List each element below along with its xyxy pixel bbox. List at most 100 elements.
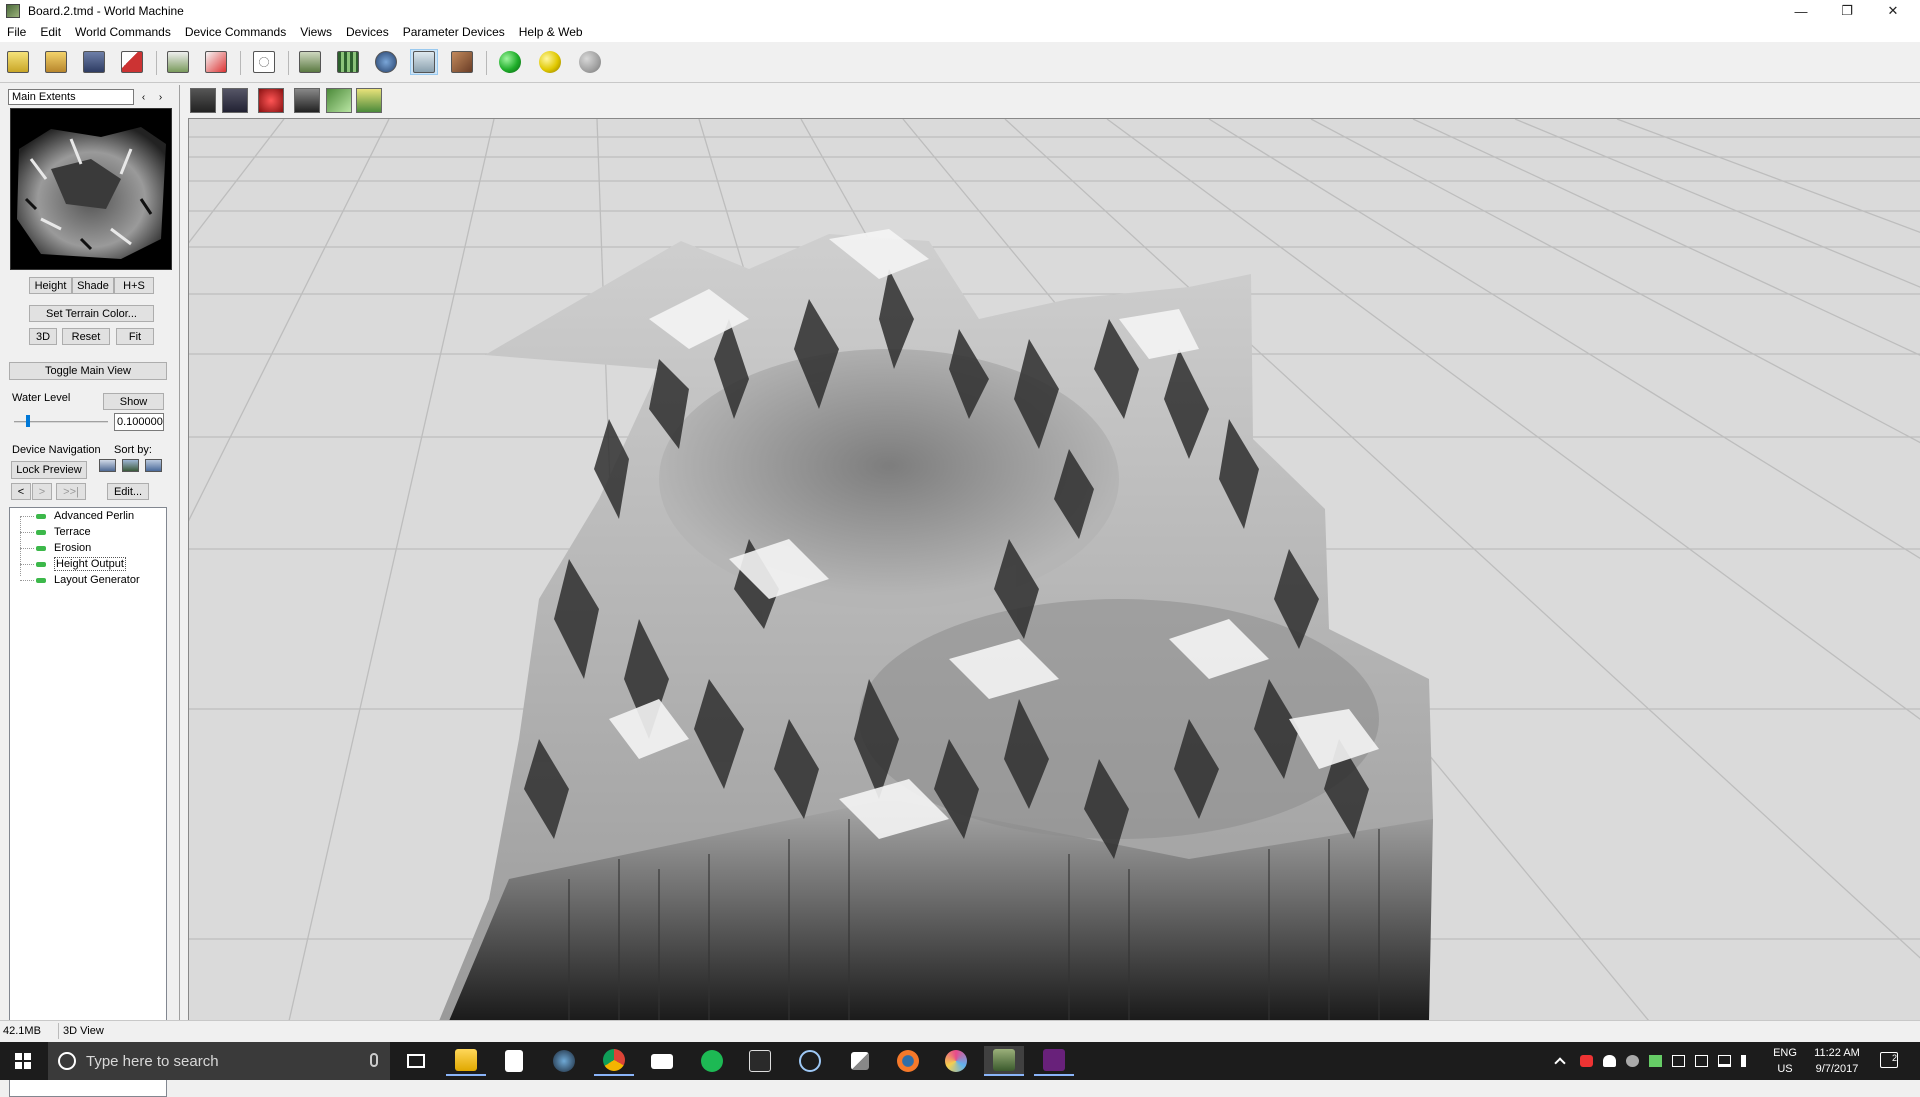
steam-icon[interactable] — [544, 1046, 584, 1076]
close-button[interactable]: ✕ — [1870, 0, 1916, 22]
open-icon[interactable] — [42, 49, 70, 75]
network-icon[interactable] — [1718, 1055, 1731, 1067]
onedrive-icon[interactable] — [1603, 1055, 1616, 1067]
chrome-icon[interactable] — [594, 1046, 634, 1076]
tree-item-terrace[interactable]: Terrace — [10, 524, 91, 540]
tree-item-advanced-perlin[interactable]: Advanced Perlin — [10, 508, 134, 524]
height-view-button[interactable]: Height — [29, 277, 72, 294]
sort-layout-icon[interactable] — [145, 459, 162, 472]
fit-button[interactable]: Fit — [116, 328, 154, 345]
gray-ball — [579, 51, 601, 73]
menu-help-web[interactable]: Help & Web — [512, 25, 590, 39]
menu-device-commands[interactable]: Device Commands — [178, 25, 293, 39]
volume-icon[interactable] — [1741, 1055, 1754, 1067]
camera-icon[interactable] — [294, 88, 320, 113]
task-view-icon[interactable] — [396, 1046, 436, 1076]
green-build-icon[interactable] — [496, 49, 524, 75]
world-view-icon[interactable] — [372, 49, 400, 75]
terrain-preview[interactable] — [10, 108, 172, 270]
export-icon[interactable] — [164, 49, 192, 75]
3d-button[interactable]: 3D — [29, 328, 57, 345]
sort-type-icon[interactable] — [122, 459, 139, 472]
water-show-button[interactable]: Show — [103, 393, 164, 410]
menu-edit[interactable]: Edit — [33, 25, 68, 39]
toggle-main-view-button[interactable]: Toggle Main View — [9, 362, 167, 380]
3d-viewport[interactable] — [188, 118, 1920, 1020]
maximize-button[interactable]: ❐ — [1824, 0, 1870, 22]
tree-item-layout-generator[interactable]: Layout Generator — [10, 572, 140, 588]
pivot-icon[interactable] — [222, 88, 248, 113]
show-hidden-icons-icon[interactable] — [1554, 1057, 1566, 1069]
world-machine-icon[interactable] — [984, 1046, 1024, 1076]
yellow-ball — [539, 51, 561, 73]
device-icon[interactable] — [1672, 1055, 1685, 1067]
visual-studio-icon[interactable] — [1034, 1046, 1074, 1076]
extents-selector[interactable]: Main Extents — [8, 89, 134, 105]
3d-view-icon[interactable] — [410, 49, 438, 75]
menu-devices[interactable]: Devices — [339, 25, 396, 39]
height-shade-view-button[interactable]: H+S — [114, 277, 154, 294]
battery-icon[interactable] — [1695, 1055, 1708, 1067]
random-icon[interactable] — [250, 49, 278, 75]
device-view-icon[interactable] — [334, 49, 362, 75]
clock-time: 11:22 AM — [1814, 1047, 1860, 1059]
store-icon[interactable] — [494, 1046, 534, 1076]
lock-preview-button[interactable]: Lock Preview — [11, 461, 87, 479]
taskbar-search[interactable]: Type here to search — [48, 1042, 390, 1080]
edit-button[interactable]: Edit... — [107, 483, 149, 500]
unity-icon[interactable] — [840, 1046, 880, 1076]
steam-vr-icon[interactable] — [790, 1046, 830, 1076]
build-icon[interactable] — [202, 49, 230, 75]
device-status-icon — [36, 561, 46, 567]
gray-stop-icon[interactable] — [576, 49, 604, 75]
status-bar: 42.1MB 3D View — [0, 1020, 1920, 1042]
extents-next-button[interactable]: › — [153, 89, 168, 105]
menu-file[interactable]: File — [0, 25, 33, 39]
menu-views[interactable]: Views — [293, 25, 339, 39]
properties-icon[interactable] — [118, 49, 146, 75]
spotify-icon[interactable] — [692, 1046, 732, 1076]
krita-icon[interactable] — [936, 1046, 976, 1076]
water-level-input[interactable]: 0.100000 — [114, 413, 164, 431]
save-icon[interactable] — [80, 49, 108, 75]
left-panel: Main Extents ‹ › Height Shade H+S Set Te… — [0, 85, 180, 1097]
new-icon[interactable] — [4, 49, 32, 75]
start-button[interactable] — [0, 1042, 46, 1080]
clock[interactable]: 11:22 AM 9/7/2017 — [1802, 1045, 1872, 1077]
reset-button[interactable]: Reset — [62, 328, 110, 345]
layout-view-icon[interactable] — [296, 49, 324, 75]
orbit-icon[interactable] — [190, 88, 216, 113]
menu-bar: File Edit World Commands Device Commands… — [0, 22, 1920, 42]
action-center-icon[interactable]: 2 — [1880, 1052, 1898, 1068]
antivirus-icon[interactable] — [1580, 1055, 1593, 1067]
tree-item-label: Erosion — [54, 542, 92, 554]
nav-prev-button[interactable]: < — [11, 483, 31, 500]
nav-next-button[interactable]: > — [32, 483, 52, 500]
water-level-label: Water Level — [12, 392, 71, 404]
sort-list-icon[interactable] — [99, 459, 116, 472]
tree-item-height-output[interactable]: Height Output — [10, 556, 126, 572]
menu-world-commands[interactable]: World Commands — [68, 25, 178, 39]
extents-prev-button[interactable]: ‹ — [136, 89, 151, 105]
blender-icon[interactable] — [888, 1046, 928, 1076]
file-explorer-icon[interactable] — [446, 1046, 486, 1076]
nav-last-button[interactable]: >>| — [56, 483, 86, 500]
texture-view-icon[interactable] — [448, 49, 476, 75]
epic-games-icon[interactable] — [740, 1046, 780, 1076]
tree-item-erosion[interactable]: Erosion — [10, 540, 91, 556]
microphone-icon[interactable] — [370, 1053, 378, 1067]
minimize-button[interactable]: — — [1778, 0, 1824, 22]
menu-parameter-devices[interactable]: Parameter Devices — [396, 25, 512, 39]
reset-view-icon[interactable] — [258, 88, 284, 113]
steam-tray-icon[interactable] — [1626, 1055, 1639, 1067]
shade-view-button[interactable]: Shade — [72, 277, 114, 294]
line-icon[interactable] — [326, 88, 352, 113]
yellow-build-icon[interactable] — [536, 49, 564, 75]
water-level-slider-thumb[interactable] — [26, 415, 30, 427]
language-indicator[interactable]: ENG US — [1770, 1045, 1800, 1077]
mail-icon[interactable] — [642, 1046, 682, 1076]
nvidia-icon[interactable] — [1649, 1055, 1662, 1067]
help-icon[interactable] — [356, 88, 382, 113]
set-terrain-color-button[interactable]: Set Terrain Color... — [29, 305, 154, 322]
taskbar: Type here to search ENG US 11:22 AM 9/7/… — [0, 1042, 1920, 1080]
